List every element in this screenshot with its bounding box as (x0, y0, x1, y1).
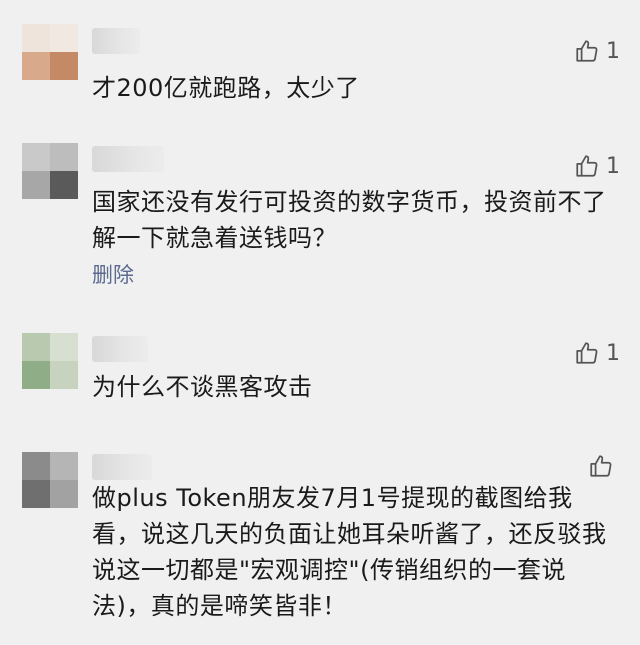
comment-text: 国家还没有发行可投资的数字货币，投资前不了解一下就急着送钱吗？ (92, 188, 607, 252)
commenter-name (92, 336, 148, 362)
like-count: 1 (606, 153, 620, 179)
commenter-name (92, 146, 164, 172)
comment-text: 为什么不谈黑客攻击 (92, 373, 313, 401)
commenter-name (92, 454, 152, 480)
thumbs-up-icon (574, 38, 600, 64)
like-count: 1 (606, 38, 620, 64)
like-count: 1 (606, 340, 620, 366)
like-button[interactable] (588, 453, 620, 479)
avatar[interactable] (22, 333, 78, 389)
like-button[interactable]: 1 (574, 38, 620, 64)
comment-text: 才200亿就跑路，太少了 (92, 74, 360, 102)
comment-text: 做plus Token朋友发7月1号提现的截图给我看，说这几天的负面让她耳朵听酱… (92, 484, 607, 620)
thumbs-up-icon (574, 153, 600, 179)
avatar[interactable] (22, 24, 78, 80)
avatar[interactable] (22, 452, 78, 508)
avatar[interactable] (22, 143, 78, 199)
delete-link[interactable]: 删除 (92, 259, 134, 289)
like-button[interactable]: 1 (574, 340, 620, 366)
like-button[interactable]: 1 (574, 153, 620, 179)
commenter-name (92, 28, 140, 54)
thumbs-up-icon (588, 453, 614, 479)
thumbs-up-icon (574, 340, 600, 366)
